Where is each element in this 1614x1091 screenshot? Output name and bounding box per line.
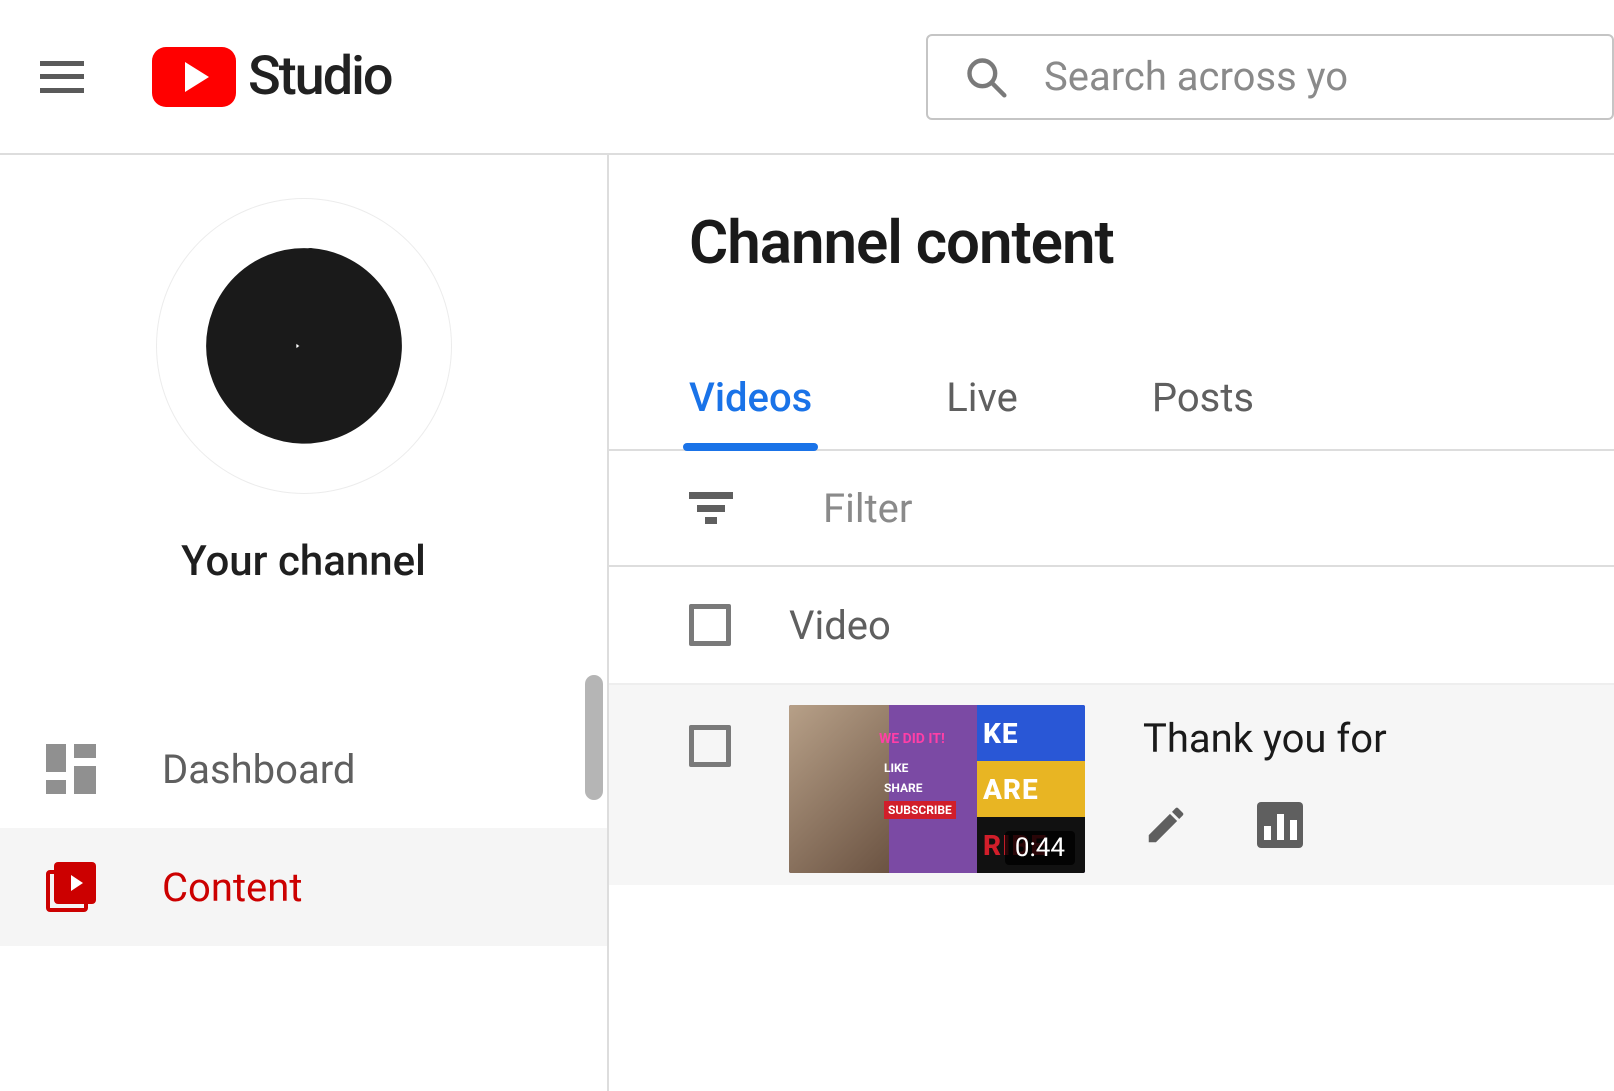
select-all-checkbox[interactable] — [689, 604, 731, 646]
analytics-icon[interactable] — [1257, 802, 1303, 848]
sidebar-item-dashboard[interactable]: Dashboard — [0, 710, 607, 828]
search-input[interactable] — [1044, 53, 1612, 100]
search-icon — [964, 55, 1008, 99]
main-content: Channel content Videos Live Posts Video … — [609, 155, 1614, 1091]
tab-posts[interactable]: Posts — [1152, 374, 1254, 449]
channel-avatar[interactable] — [157, 199, 451, 493]
video-checkbox[interactable] — [689, 725, 731, 767]
video-row[interactable]: WE DID IT! LIKE SHARE SUBSCRIBE KE ARE R… — [609, 685, 1614, 885]
filter-icon[interactable] — [689, 492, 733, 524]
tab-live[interactable]: Live — [946, 374, 1018, 449]
search-box[interactable] — [926, 34, 1614, 120]
menu-button[interactable] — [38, 53, 86, 101]
tab-videos[interactable]: Videos — [689, 374, 812, 449]
sidebar-item-label: Content — [162, 864, 302, 911]
filter-input[interactable] — [823, 485, 1335, 532]
studio-logo[interactable]: Studio — [152, 45, 392, 108]
content-tabs: Videos Live Posts — [689, 374, 1614, 449]
video-title[interactable]: Thank you for — [1143, 715, 1387, 762]
page-title: Channel content — [689, 207, 1614, 278]
app-header: Studio — [0, 0, 1614, 153]
sidebar-item-label: Dashboard — [162, 746, 355, 793]
youtube-play-icon — [152, 47, 236, 107]
column-header-video: Video — [789, 602, 891, 649]
video-duration: 0:44 — [1005, 831, 1075, 865]
video-thumbnail[interactable]: WE DID IT! LIKE SHARE SUBSCRIBE KE ARE R… — [789, 705, 1085, 873]
logo-text: Studio — [248, 45, 392, 108]
edit-icon[interactable] — [1143, 802, 1189, 848]
filter-bar — [609, 451, 1614, 567]
sidebar: Your channel Dashboard Content — [0, 155, 609, 1091]
thumb-headline: WE DID IT! — [879, 731, 945, 747]
sidebar-item-content[interactable]: Content — [0, 828, 607, 946]
sidebar-scrollbar[interactable] — [585, 675, 603, 800]
channel-label: Your channel — [181, 537, 426, 586]
dashboard-icon — [46, 744, 96, 794]
video-list-header: Video — [609, 567, 1614, 685]
content-icon — [46, 862, 96, 912]
